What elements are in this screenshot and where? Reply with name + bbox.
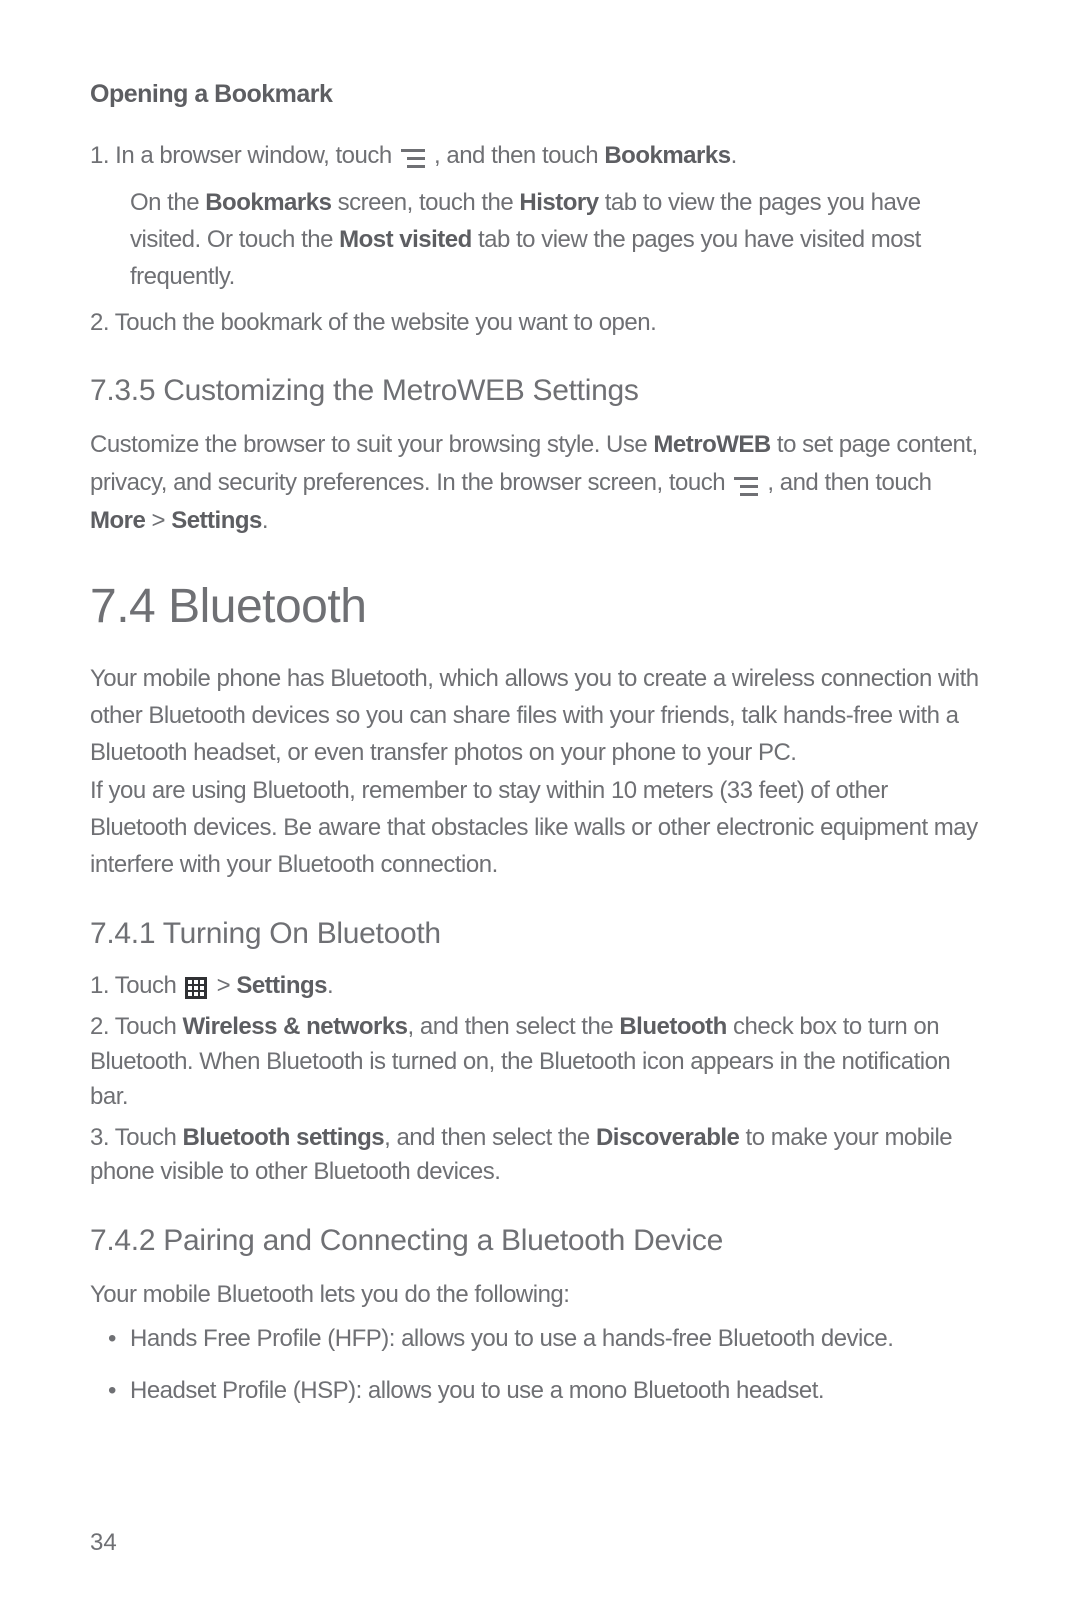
heading-7-4-2: 7.4.2 Pairing and Connecting a Bluetooth… [90,1224,990,1258]
text: , and then touch [767,469,931,496]
text: . [731,142,737,169]
apps-grid-icon [185,969,207,1004]
opening-bookmark-steps: 1. In a browser window, touch , and then… [90,139,990,174]
text-bold: Bookmarks [604,142,730,169]
text-bold: Most visited [339,226,472,253]
text: 1. Touch [90,972,182,999]
text: , and then select the [408,1013,620,1040]
text-bold: Settings [171,507,262,534]
list-item: 2. Touch the bookmark of the website you… [90,306,990,341]
text-bold: Settings [236,972,327,999]
text: On the [130,189,205,216]
page-number: 34 [90,1529,117,1557]
text: . [262,507,268,534]
text-bold: MetroWEB [653,431,770,458]
text: . [327,972,333,999]
heading-opening-bookmark: Opening a Bookmark [90,80,990,109]
paragraph: Your mobile phone has Bluetooth, which a… [90,660,990,772]
text-bold: More [90,507,145,534]
bluetooth-profiles-list: Hands Free Profile (HFP): allows you to … [90,1321,990,1409]
text-bold: Bluetooth [619,1013,726,1040]
note-block: On the Bookmarks screen, touch the Histo… [130,184,990,296]
heading-7-3-5: 7.3.5 Customizing the MetroWEB Settings [90,374,990,408]
document-page: Opening a Bookmark 1. In a browser windo… [0,0,1080,1617]
list-item: 1. In a browser window, touch , and then… [90,139,990,174]
paragraph: Your mobile Bluetooth lets you do the fo… [90,1276,990,1313]
text-bold: History [519,189,598,216]
heading-7-4: 7.4 Bluetooth [90,579,990,634]
turning-on-bluetooth-steps: 1. Touch > Settings. 2. Touch Wire [90,969,990,1190]
text: 1. In a browser window, touch [90,142,398,169]
list-item: 2. Touch Wireless & networks, and then s… [90,1010,990,1114]
text-bold: Wireless & networks [182,1013,407,1040]
list-item: Hands Free Profile (HFP): allows you to … [90,1321,990,1357]
text: screen, touch the [331,189,519,216]
opening-bookmark-steps-2: 2. Touch the bookmark of the website you… [90,306,990,341]
heading-7-4-1: 7.4.1 Turning On Bluetooth [90,917,990,951]
menu-icon [401,139,425,174]
text: 2. Touch [90,1013,182,1040]
paragraph: Customize the browser to suit your brows… [90,426,990,539]
menu-icon [734,465,758,502]
list-item: 1. Touch > Settings. [90,969,990,1004]
paragraph: If you are using Bluetooth, remember to … [90,772,990,884]
text-bold: Bluetooth settings [182,1124,384,1151]
text: 3. Touch [90,1124,182,1151]
list-item: Headset Profile (HSP): allows you to use… [90,1373,990,1409]
text: > [145,507,171,534]
text-bold: Bookmarks [205,189,331,216]
text: , and then select the [384,1124,596,1151]
text-bold: Discoverable [596,1124,739,1151]
text: > [217,972,237,999]
text: , and then touch [434,142,604,169]
list-item: 3. Touch Bluetooth settings, and then se… [90,1121,990,1191]
text: Customize the browser to suit your brows… [90,431,653,458]
